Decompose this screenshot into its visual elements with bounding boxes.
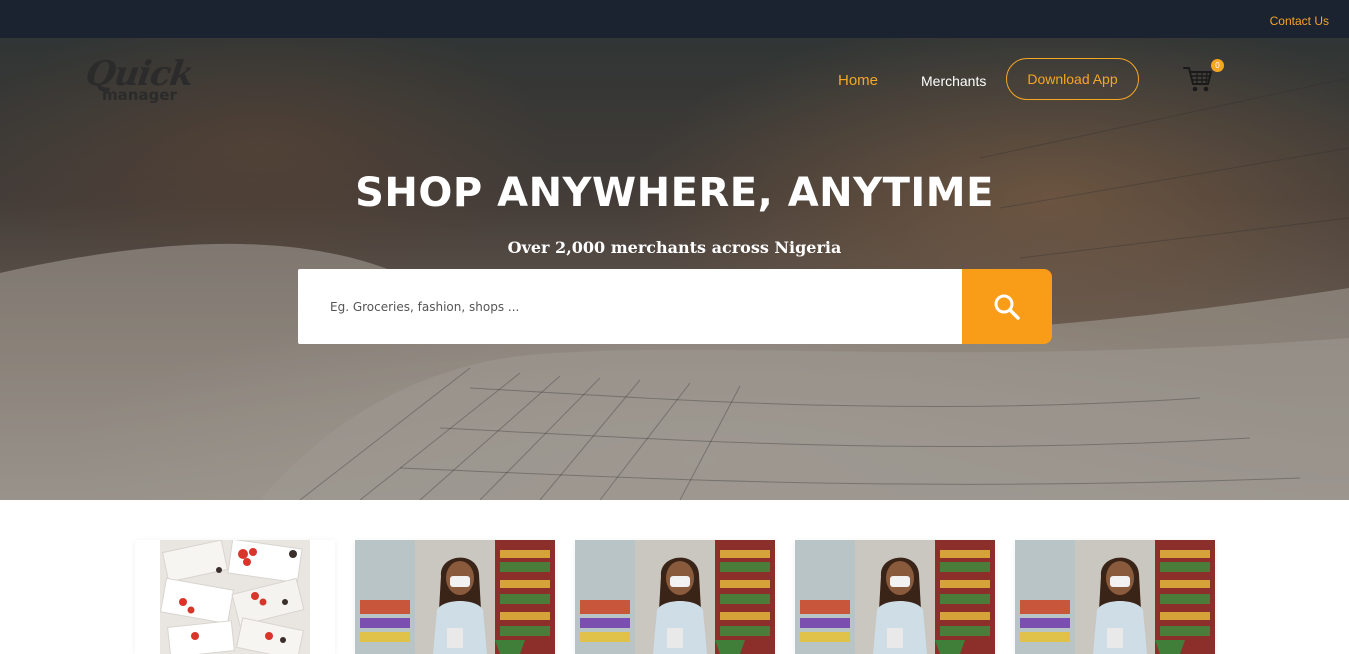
contact-us-link[interactable]: Contact Us bbox=[1270, 14, 1329, 28]
search-icon bbox=[994, 294, 1020, 320]
quick-manager-logo[interactable]: Quick manager bbox=[83, 54, 216, 110]
search-bar bbox=[298, 269, 1052, 344]
merchant-card[interactable] bbox=[575, 540, 775, 654]
product-packaging-image bbox=[135, 540, 335, 654]
shopping-cart-icon[interactable] bbox=[1182, 64, 1214, 94]
hero-title: SHOP ANYWHERE, ANYTIME bbox=[355, 170, 994, 216]
search-button[interactable] bbox=[962, 269, 1052, 344]
nav-merchants-link[interactable]: Merchants bbox=[921, 73, 986, 89]
merchant-cards-row bbox=[135, 540, 1215, 654]
merchant-card[interactable] bbox=[795, 540, 995, 654]
hero-subtitle: Over 2,000 merchants across Nigeria bbox=[507, 238, 842, 257]
search-input[interactable] bbox=[298, 269, 962, 344]
top-bar: Contact Us bbox=[0, 0, 1349, 38]
shopper-grocery-image bbox=[1015, 540, 1215, 654]
merchant-card[interactable] bbox=[135, 540, 335, 654]
shopper-grocery-image bbox=[575, 540, 775, 654]
download-app-button[interactable]: Download App bbox=[1006, 58, 1139, 100]
merchant-card[interactable] bbox=[1015, 540, 1215, 654]
hero-banner: Quick manager Home Merchants Download Ap… bbox=[0, 38, 1349, 500]
shopper-grocery-image bbox=[355, 540, 555, 654]
nav-home-link[interactable]: Home bbox=[838, 72, 878, 89]
cart-count-badge: 0 bbox=[1211, 59, 1224, 72]
shopper-grocery-image bbox=[795, 540, 995, 654]
merchant-card[interactable] bbox=[355, 540, 555, 654]
